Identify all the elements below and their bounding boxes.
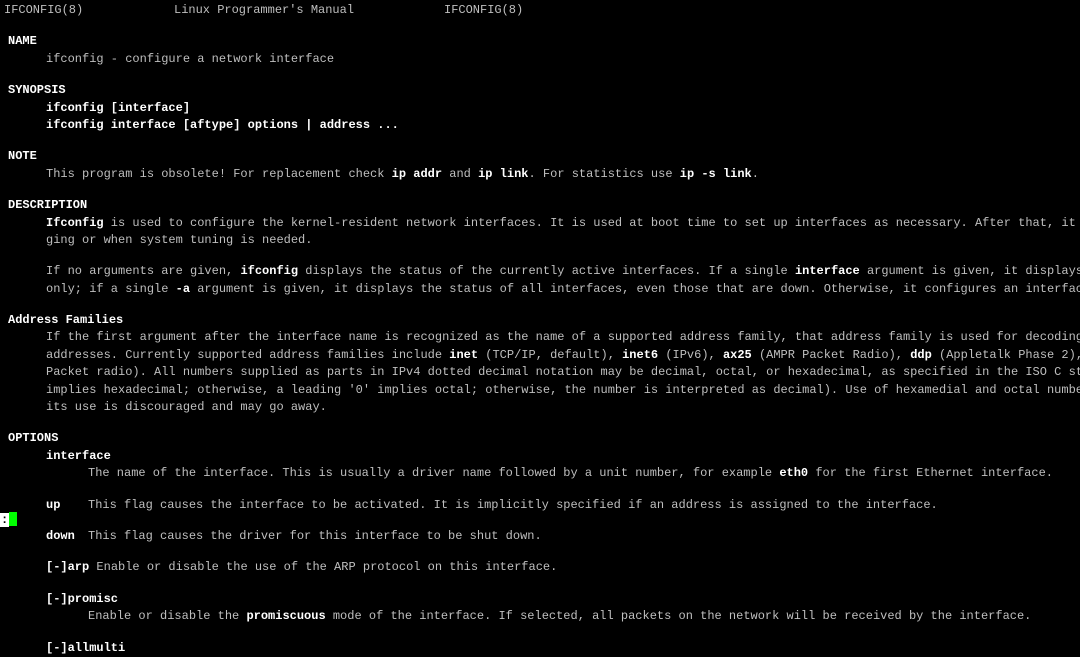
man-header: IFCONFIG(8) Linux Programmer's Manual IF… [4,2,1080,19]
opt-up: up This flag causes the interface to be … [4,497,1080,514]
addrfam-l1: If the first argument after the interfac… [4,329,1080,346]
header-center: Linux Programmer's Manual [174,2,444,19]
cursor-block [9,512,17,526]
man-page-content[interactable]: IFCONFIG(8) Linux Programmer's Manual IF… [0,0,1080,657]
section-addrfam-head: Address Families [4,312,1080,329]
addrfam-l5: its use is discouraged and may go away. [4,399,1080,416]
section-note-head: NOTE [4,148,1080,165]
opt-down-desc: This flag causes the driver for this int… [88,528,542,545]
opt-interface-term: interface [4,448,1080,465]
opt-arp-desc: Enable or disable the use of the ARP pro… [89,560,557,574]
header-right: IFCONFIG(8) [444,2,523,19]
opt-up-term: up [46,497,88,514]
note-text: This program is obsolete! For replacemen… [4,166,1080,183]
opt-promisc-desc: Enable or disable the promiscuous mode o… [4,608,1080,625]
addrfam-l3: Packet radio). All numbers supplied as p… [4,364,1080,381]
opt-arp: [-]arp Enable or disable the use of the … [4,559,1080,576]
section-synopsis-head: SYNOPSIS [4,82,1080,99]
opt-down: down This flag causes the driver for thi… [4,528,1080,545]
opt-promisc-term: [-]promisc [4,591,1080,608]
section-description-head: DESCRIPTION [4,197,1080,214]
opt-up-desc: This flag causes the interface to be act… [88,497,938,514]
description-p1-l1: Ifconfig is used to configure the kernel… [4,215,1080,232]
addrfam-l2: addresses. Currently supported address f… [4,347,1080,364]
description-p1-l2: ging or when system tuning is needed. [4,232,1080,249]
pager-status-line[interactable]: : [0,512,17,529]
opt-down-term: down [46,528,88,545]
description-p2-l1: If no arguments are given, ifconfig disp… [4,263,1080,280]
opt-interface-desc: The name of the interface. This is usual… [4,465,1080,482]
section-options-head: OPTIONS [4,430,1080,447]
opt-allmulti-term: [-]allmulti [4,640,1080,657]
description-p2-l2: only; if a single -a argument is given, … [4,281,1080,298]
opt-arp-term: [-]arp [46,560,89,574]
synopsis-line1: ifconfig [interface] [4,100,1080,117]
section-name-head: NAME [4,33,1080,50]
name-text: ifconfig - configure a network interface [4,51,1080,68]
header-left: IFCONFIG(8) [4,2,174,19]
addrfam-l4: implies hexadecimal; otherwise, a leadin… [4,382,1080,399]
pager-prompt-colon: : [0,513,9,527]
synopsis-line2: ifconfig interface [aftype] options | ad… [4,117,1080,134]
